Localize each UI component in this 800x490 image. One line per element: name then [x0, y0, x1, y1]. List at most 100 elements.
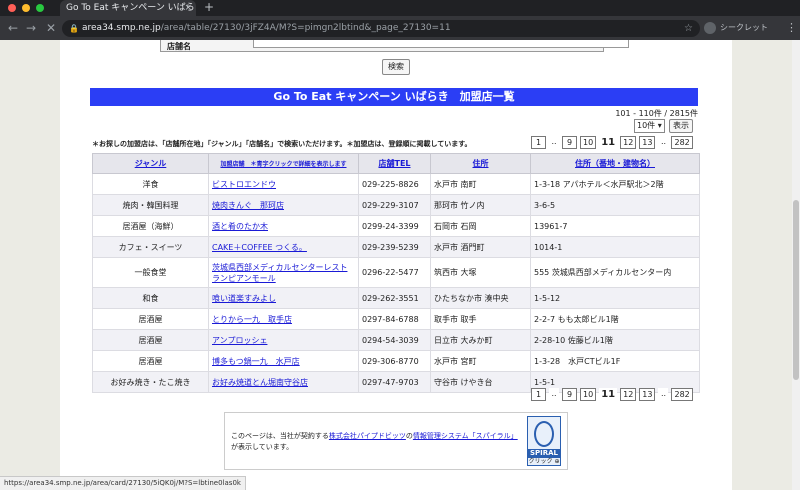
page-link[interactable]: 9 — [562, 388, 577, 401]
page-link[interactable]: 12 — [620, 388, 637, 401]
shop-name-link[interactable]: 喰い道楽すみよし — [208, 287, 359, 309]
sort-shop-header[interactable]: 加盟店舗 ＊青字クリックで詳細を表示します — [208, 153, 359, 174]
table-row: 焼肉・韓国料理 焼肉きんぐ 那珂店 029-229-3107 那珂市 竹ノ内 3… — [92, 194, 700, 216]
page-link[interactable]: 10 — [580, 388, 597, 401]
tab-title: Go To Eat キャンペーン いばらき — [66, 3, 196, 13]
footer-text: このページは、当社が契約する株式会社パイプドビッツの情報管理システム「スパイラル… — [231, 431, 521, 453]
window-minimize-icon[interactable] — [22, 4, 30, 12]
tel-cell: 0297-84-6788 — [358, 308, 431, 330]
browser-menu-icon[interactable]: ⋮ — [786, 20, 797, 36]
address2-cell: 555 茨城県西部メディカルセンター内 — [530, 257, 700, 288]
page-link[interactable]: 12 — [620, 136, 637, 149]
incognito-icon[interactable] — [704, 22, 716, 34]
table-row: 和食 喰い道楽すみよし 029-262-3551 ひたちなか市 湊中央 1-5-… — [92, 287, 700, 309]
shop-name-link[interactable]: お好み焼道とん堀南守谷店 — [208, 371, 359, 393]
sort-address-header[interactable]: 住所 — [430, 153, 531, 174]
address-cell: 水戸市 酒門町 — [430, 236, 531, 258]
shop-name-link[interactable]: 博多もつ鍋一九 水戸店 — [208, 350, 359, 372]
page-link-first[interactable]: 1 — [531, 136, 546, 149]
window-zoom-icon[interactable] — [36, 4, 44, 12]
page-title-banner: Go To Eat キャンペーン いばらき 加盟店一覧 — [90, 88, 698, 106]
browser-tab[interactable]: Go To Eat キャンペーン いばらき × — [60, 0, 196, 16]
show-button[interactable]: 表示 — [669, 119, 693, 133]
footer-text-part: の — [405, 432, 413, 440]
stop-loading-icon[interactable]: ✕ — [46, 19, 56, 37]
spiral-system-link[interactable]: 情報管理システム「スパイラル」 — [413, 432, 518, 440]
tel-cell: 029-306-8770 — [358, 350, 431, 372]
tel-cell: 029-225-8826 — [358, 173, 431, 195]
bookmark-star-icon[interactable]: ☆ — [684, 20, 693, 37]
result-count: 101 - 110件 / 2815件 — [615, 109, 698, 118]
url-host: area34.smp.ne.jp — [82, 23, 161, 33]
pipedbits-link[interactable]: 株式会社パイプドビッツ — [329, 432, 406, 440]
footer-text-part: このページは、当社が契約する — [231, 432, 329, 440]
page-link[interactable]: 10 — [580, 136, 597, 149]
page-link-last[interactable]: 282 — [671, 136, 693, 149]
page-link[interactable]: 13 — [639, 136, 656, 149]
table-row: 洋食 ビストロエンドウ 029-225-8826 水戸市 南町 1-3-18 ア… — [92, 173, 700, 195]
tel-cell: 0297-47-9703 — [358, 371, 431, 393]
address-cell: 取手市 取手 — [430, 308, 531, 330]
window-close-icon[interactable] — [8, 4, 16, 12]
address2-cell: 1014-1 — [530, 236, 700, 258]
address2-cell: 1-5-12 — [530, 287, 700, 309]
spiral-logo[interactable]: SPIRAL クリック ⊕ — [527, 416, 561, 466]
address-cell: 水戸市 南町 — [430, 173, 531, 195]
tab-close-icon[interactable]: × — [184, 0, 192, 16]
genre-cell: 居酒屋 — [92, 329, 209, 351]
pagination-top: 1 .. 9 10 11 12 13 .. 282 — [528, 136, 693, 149]
shop-name-link[interactable]: 茨城県西部メディカルセンターレストランピアンモール — [208, 257, 359, 288]
footer-text-part: が表示しています。 — [231, 443, 294, 451]
shop-name-link[interactable]: アンプロッシェ — [208, 329, 359, 351]
genre-cell: カフェ・スイーツ — [92, 236, 209, 258]
address-cell: 那珂市 竹ノ内 — [430, 194, 531, 216]
browser-tab-bar: Go To Eat キャンペーン いばらき × + — [0, 0, 800, 16]
page-ellipsis: .. — [549, 388, 559, 401]
genre-cell: 居酒屋（海鮮） — [92, 215, 209, 237]
page-current: 11 — [599, 388, 618, 401]
forward-icon[interactable]: → — [26, 19, 36, 37]
address-bar[interactable]: 🔒 area34.smp.ne.jp/area/table/27130/3jFZ… — [62, 20, 700, 37]
sort-tel-header[interactable]: 店舗TEL — [358, 153, 431, 174]
search-button[interactable]: 検索 — [382, 59, 410, 75]
shop-name-link[interactable]: 酒と肴のたか木 — [208, 215, 359, 237]
address2-cell: 2-2-7 もも太郎ビル1階 — [530, 308, 700, 330]
page-link[interactable]: 9 — [562, 136, 577, 149]
tel-cell: 0296-22-5477 — [358, 257, 431, 288]
spiral-click-label: クリック ⊕ — [528, 458, 560, 465]
page-viewport: 店舗名 検索 Go To Eat キャンペーン いばらき 加盟店一覧 101 -… — [0, 40, 792, 490]
shop-name-input[interactable] — [253, 40, 629, 48]
browser-toolbar: ← → ✕ 🔒 area34.smp.ne.jp/area/table/2713… — [0, 16, 800, 40]
shop-name-label: 店舗名 — [167, 42, 191, 51]
pagination-bottom: 1 .. 9 10 11 12 13 .. 282 — [528, 388, 693, 401]
scrollbar-thumb[interactable] — [793, 200, 799, 380]
shop-name-link[interactable]: CAKE＋COFFEE つくる。 — [208, 236, 359, 258]
shop-name-link[interactable]: 焼肉きんぐ 那珂店 — [208, 194, 359, 216]
incognito-label[interactable]: シークレット — [720, 22, 768, 34]
page-link-last[interactable]: 282 — [671, 388, 693, 401]
genre-cell: お好み焼き・たこ焼き — [92, 371, 209, 393]
sort-address2-header[interactable]: 住所（番地・建物名） — [530, 153, 700, 174]
page-ellipsis: .. — [658, 136, 669, 149]
new-tab-icon[interactable]: + — [204, 0, 214, 15]
per-page-select[interactable]: 10件 ▾ — [634, 119, 665, 133]
address2-cell: 3-6-5 — [530, 194, 700, 216]
genre-cell: 一般食堂 — [92, 257, 209, 288]
shop-name-link[interactable]: とりから一九 取手店 — [208, 308, 359, 330]
back-icon[interactable]: ← — [8, 19, 18, 37]
shop-name-link[interactable]: ビストロエンドウ — [208, 173, 359, 195]
table-row: 居酒屋 アンプロッシェ 0294-54-3039 日立市 大みか町 2-28-1… — [92, 329, 700, 351]
spiral-logo-word: SPIRAL — [528, 449, 560, 458]
tel-cell: 029-239-5239 — [358, 236, 431, 258]
address-cell: 日立市 大みか町 — [430, 329, 531, 351]
search-notice: ＊お探しの加盟店は、「店舗所在地」「ジャンル」「店舗名」で検索いただけます。＊加… — [92, 140, 472, 148]
page-link-first[interactable]: 1 — [531, 388, 546, 401]
spiral-swirl-icon — [534, 421, 554, 447]
genre-cell: 居酒屋 — [92, 308, 209, 330]
page-link[interactable]: 13 — [639, 388, 656, 401]
address2-cell: 1-3-18 アパホテル＜水戸駅北＞2階 — [530, 173, 700, 195]
page-current: 11 — [599, 136, 618, 149]
page-scrollbar[interactable] — [792, 40, 800, 490]
sort-genre-header[interactable]: ジャンル — [92, 153, 209, 174]
table-row: カフェ・スイーツ CAKE＋COFFEE つくる。 029-239-5239 水… — [92, 236, 700, 258]
